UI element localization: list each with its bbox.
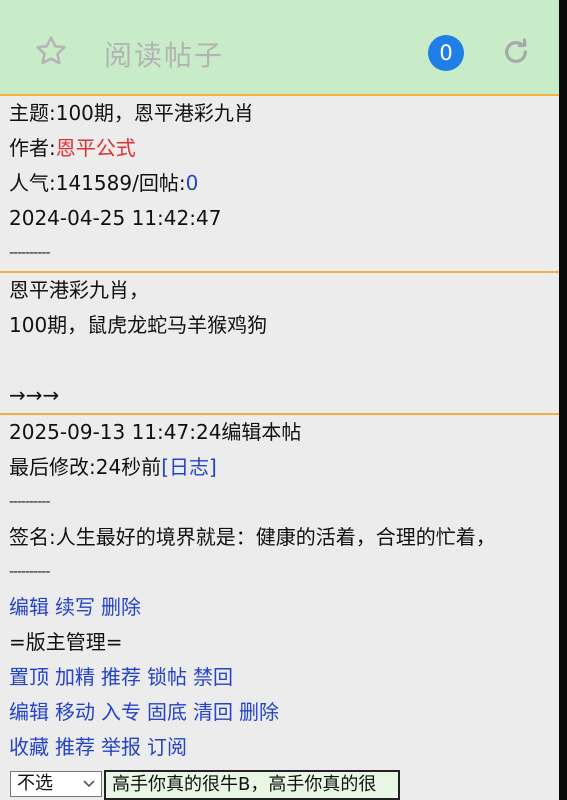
screen: 阅读帖子 0 主题:100期，恩平港彩九肖 作者:恩平公式 人气:141589/… bbox=[0, 0, 559, 800]
add-topic-link[interactable]: 入专 bbox=[101, 700, 141, 724]
admin-delete-link[interactable]: 删除 bbox=[239, 700, 279, 724]
reply-count-link[interactable]: 0 bbox=[186, 171, 199, 195]
post-author-line: 作者:恩平公式 bbox=[9, 131, 559, 166]
post-body-section: 恩平港彩九肖， 100期，鼠虎龙蛇马羊猴鸡狗 →→→ bbox=[0, 273, 559, 415]
edit-time: 2025-09-13 11:47:24编辑本帖 bbox=[9, 420, 302, 444]
post-info-section: 主题:100期，恩平港彩九肖 作者:恩平公式 人气:141589/回帖:0 20… bbox=[0, 96, 559, 273]
action-row-admin-2: 编辑 移动 入专 固底 清回 删除 bbox=[9, 695, 559, 730]
action-row-user: 收藏 推荐 举报 订阅 bbox=[9, 730, 559, 765]
body-arrows: →→→ bbox=[9, 383, 60, 407]
admin-edit-link[interactable]: 编辑 bbox=[9, 700, 49, 724]
subscribe-link[interactable]: 订阅 bbox=[147, 735, 187, 759]
star-icon[interactable] bbox=[34, 34, 68, 68]
clear-replies-link[interactable]: 清回 bbox=[193, 700, 233, 724]
refresh-icon[interactable] bbox=[500, 36, 532, 68]
recommend-link[interactable]: 推荐 bbox=[55, 735, 95, 759]
action-row-admin-1: 置顶 加精 推荐 锁帖 禁回 bbox=[9, 660, 559, 695]
body-line-2: 100期，鼠虎龙蛇马羊猴鸡狗 bbox=[9, 313, 268, 337]
page-title: 阅读帖子 bbox=[104, 39, 225, 72]
signature: 签名:人生最好的境界就是：健康的活着，合理的忙着， bbox=[9, 525, 496, 549]
move-link[interactable]: 移动 bbox=[55, 700, 95, 724]
post-stats: 人气:141589/回帖:0 bbox=[9, 166, 559, 201]
reply-bar: 不选 高手你真的很牛B，高手你真的很 bbox=[0, 765, 559, 800]
select-value: 不选 bbox=[17, 773, 53, 794]
notification-badge[interactable]: 0 bbox=[428, 35, 464, 71]
delete-link[interactable]: 删除 bbox=[101, 595, 141, 619]
author-label: 作者: bbox=[9, 136, 56, 160]
lock-link[interactable]: 锁帖 bbox=[147, 665, 187, 689]
screen-edge bbox=[559, 0, 567, 800]
author-link[interactable]: 恩平公式 bbox=[56, 136, 136, 160]
action-row-owner: 编辑 续写 删除 bbox=[9, 590, 559, 625]
edit-link[interactable]: 编辑 bbox=[9, 595, 49, 619]
post-subject: 主题:100期，恩平港彩九肖 bbox=[9, 101, 254, 125]
body-line-1: 恩平港彩九肖， bbox=[9, 278, 149, 302]
recommend-link[interactable]: 推荐 bbox=[101, 665, 141, 689]
separator: ---------- bbox=[9, 245, 51, 261]
post-timestamp: 2024-04-25 11:42:47 bbox=[9, 206, 222, 230]
disable-reply-link[interactable]: 禁回 bbox=[193, 665, 233, 689]
popularity-text: 人气:141589/回帖: bbox=[9, 171, 186, 195]
report-link[interactable]: 举报 bbox=[101, 735, 141, 759]
quick-reply-select[interactable]: 不选 bbox=[10, 771, 102, 797]
body-blank-line bbox=[9, 343, 559, 378]
separator: ---------- bbox=[9, 564, 51, 580]
chevron-down-icon bbox=[83, 780, 95, 788]
last-modified-line: 最后修改:24秒前[日志] bbox=[9, 450, 559, 485]
pin-bottom-link[interactable]: 固底 bbox=[147, 700, 187, 724]
feature-link[interactable]: 加精 bbox=[55, 665, 95, 689]
favorite-link[interactable]: 收藏 bbox=[9, 735, 49, 759]
separator: ---------- bbox=[9, 494, 51, 510]
admin-title: =版主管理= bbox=[9, 630, 123, 654]
pin-top-link[interactable]: 置顶 bbox=[9, 665, 49, 689]
header-bar: 阅读帖子 0 bbox=[0, 0, 559, 96]
last-modified-label: 最后修改:24秒前 bbox=[9, 455, 162, 479]
post-footer-section: 2025-09-13 11:47:24编辑本帖 最后修改:24秒前[日志] --… bbox=[0, 415, 559, 765]
reply-message-input[interactable]: 高手你真的很牛B，高手你真的很 bbox=[104, 770, 400, 800]
post-content: 主题:100期，恩平港彩九肖 作者:恩平公式 人气:141589/回帖:0 20… bbox=[0, 96, 559, 800]
log-link[interactable]: [日志] bbox=[161, 455, 217, 479]
continue-link[interactable]: 续写 bbox=[55, 595, 95, 619]
